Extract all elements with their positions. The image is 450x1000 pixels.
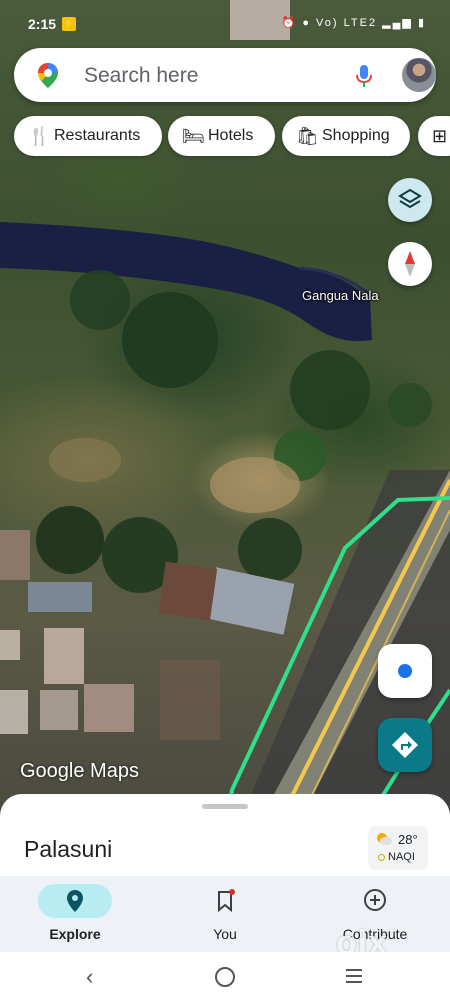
alarm-icon: ⏰ [281, 17, 298, 29]
add-circle-icon [364, 889, 386, 911]
network-label: Vo) LTE2 [316, 17, 378, 29]
chip-label: Shopping [322, 127, 390, 144]
bed-icon: 🛏 [182, 126, 205, 146]
status-time: 2:15 [28, 16, 57, 32]
directions-button[interactable] [378, 718, 432, 772]
nav-label: Explore [49, 926, 101, 942]
fork-knife-icon: 🍴 [28, 126, 51, 146]
recent-apps-icon[interactable] [344, 968, 364, 984]
chip-label: Hotels [208, 127, 254, 144]
layers-icon [398, 188, 422, 209]
flash-icon: ⚡ [62, 17, 76, 31]
chip-more[interactable]: ⊞ [418, 116, 450, 156]
plus-square-icon: ⊞ [432, 126, 448, 146]
maps-pin-icon [38, 63, 58, 88]
back-icon[interactable]: ‹ [86, 964, 93, 990]
battery-icon: ▮ [417, 17, 426, 29]
chip-label: Restaurants [54, 127, 141, 144]
place-name: Palasuni [24, 836, 113, 862]
status-indicators: ⏰ ● Vo) LTE2 ▂▄▆ ▮ [282, 16, 426, 29]
chip-shopping[interactable]: 🛍 Shopping [282, 116, 410, 156]
my-location-button[interactable] [378, 644, 432, 698]
system-navigation-bar: ‹ [0, 952, 450, 1000]
nav-you[interactable]: You [150, 876, 300, 952]
nav-label: You [213, 926, 237, 942]
weather-badge[interactable]: 28° NAQI [368, 826, 428, 870]
partly-cloudy-icon [377, 833, 392, 845]
shopping-bag-icon: 🛍 [296, 126, 319, 146]
my-location-icon [398, 664, 412, 678]
chip-hotels[interactable]: 🛏 Hotels [168, 116, 275, 156]
map-label-gangua-nala: Gangua Nala [302, 288, 379, 303]
home-icon[interactable] [215, 967, 235, 987]
compass-icon [405, 251, 415, 277]
layers-button[interactable] [388, 178, 432, 222]
nav-explore[interactable]: Explore [0, 876, 150, 952]
location-pin-icon [67, 890, 83, 912]
status-bar: 2:15 ⚡ ⏰ ● Vo) LTE2 ▂▄▆ ▮ [0, 0, 450, 50]
search-bar[interactable]: Search here [14, 48, 436, 102]
weather-temperature: 28° [398, 832, 418, 847]
chip-restaurants[interactable]: 🍴 Restaurants [14, 116, 162, 156]
aqi-indicator-icon [378, 854, 385, 861]
microphone-icon[interactable] [352, 62, 376, 90]
directions-icon [392, 732, 418, 758]
search-input[interactable]: Search here [84, 64, 198, 88]
avatar[interactable] [402, 58, 436, 92]
location-icon: ● [302, 17, 311, 29]
air-quality-label: NAQI [388, 851, 415, 863]
bookmark-icon [218, 889, 235, 913]
sheet-drag-handle[interactable] [202, 804, 248, 809]
google-maps-logo: Google Maps [20, 760, 139, 782]
compass-button[interactable] [388, 242, 432, 286]
signal-icon: ▂▄▆ [382, 17, 413, 29]
